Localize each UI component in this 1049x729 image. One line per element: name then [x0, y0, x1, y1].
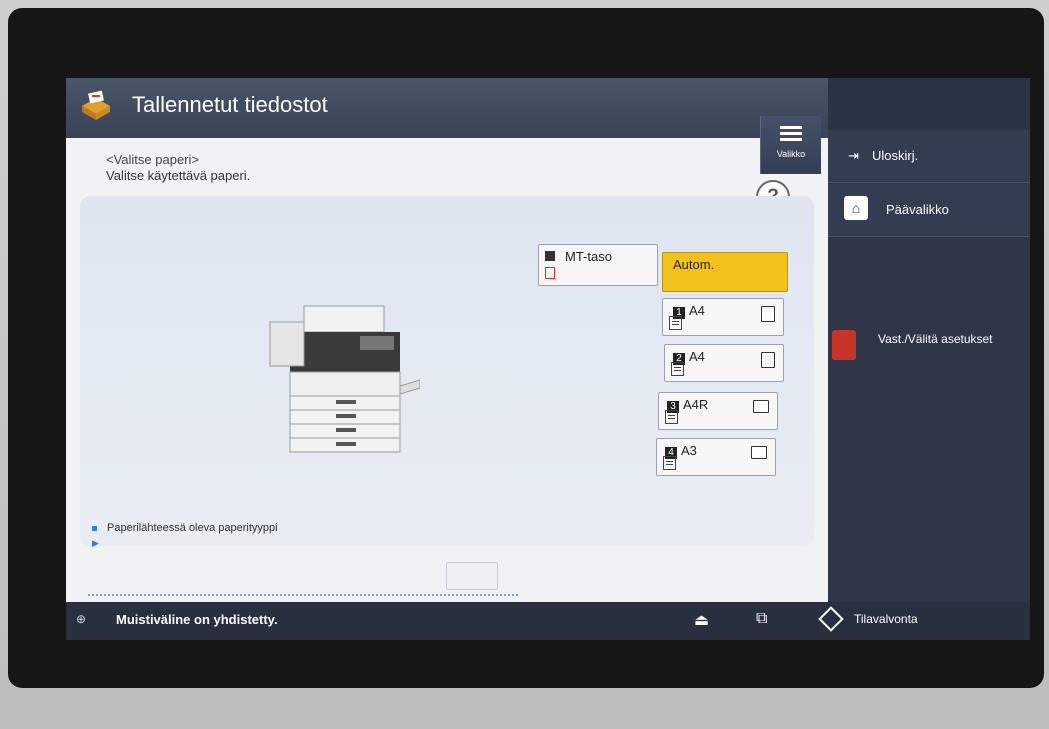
paper-stack-icon [671, 362, 684, 376]
page-title: Tallennetut tiedostot [132, 92, 328, 117]
book-icon [832, 330, 856, 360]
logout-label: Uloskirj. [872, 148, 919, 163]
home-button[interactable]: ⌂ Päävalikko [828, 184, 1030, 237]
settings-button[interactable]: Vast./Välitä asetukset [828, 316, 1030, 376]
tray-auto-label: Autom. [673, 257, 715, 272]
tray-3-button[interactable]: 3 A4R [658, 392, 778, 430]
tray-mt-button[interactable]: MT-taso [538, 244, 658, 286]
paper-select-area: MT-taso Autom. 1 A4 2 A4 3 A4R 4 A3 [80, 196, 814, 546]
scroll-indicator [88, 594, 518, 596]
printer-illustration [269, 305, 420, 453]
eject-icon[interactable]: ⏏ [694, 610, 709, 630]
paper-stack-icon [665, 410, 678, 424]
home-label: Päävalikko [886, 202, 949, 217]
status-monitor-button[interactable]: Tilavalvonta [854, 612, 918, 626]
tray-1-size: A4 [689, 303, 705, 318]
menu-icon [780, 126, 802, 141]
tray-4-button[interactable]: 4 A3 [656, 438, 776, 476]
settings-label: Vast./Välitä asetukset [878, 332, 993, 346]
app-header: Tallennetut tiedostot [66, 78, 828, 138]
logout-button[interactable]: ⇥ Uloskirj. [828, 130, 1030, 183]
landscape-paper-icon [751, 446, 767, 459]
portrait-paper-icon [761, 352, 775, 368]
paper-stack-icon [663, 456, 676, 470]
landscape-paper-icon [753, 400, 769, 413]
content-panel: <Valitse paperi> Valitse käytettävä pape… [66, 138, 828, 640]
tray-mt-label: MT-taso [565, 249, 612, 264]
tray-auto-button[interactable]: Autom. [662, 252, 788, 292]
touch-screen: Tallennetut tiedostot <Valitse paperi> V… [66, 78, 1030, 640]
paper-info-button[interactable] [446, 562, 498, 590]
legend-text: Paperilähteessä oleva paperityyppi [107, 522, 278, 534]
tray-2-size: A4 [689, 349, 705, 364]
portrait-paper-icon [761, 306, 775, 322]
home-icon: ⌂ [844, 196, 868, 220]
paper-stack-icon [669, 316, 682, 330]
lock-icon: ⊕ [76, 612, 87, 626]
legend-arrow-icon: ▶ [92, 538, 99, 548]
mt-tray-icon [545, 251, 555, 261]
status-monitor-icon [818, 606, 844, 632]
tray-1-button[interactable]: 1 A4 [662, 298, 784, 336]
screen-subtitle: <Valitse paperi> [106, 152, 199, 167]
status-bar: ⊕ Muistiväline on yhdistetty. ⏏ ⧉ Tilava… [66, 602, 1030, 640]
menu-label: Valikko [776, 149, 806, 159]
network-icon[interactable]: ⧉ [756, 610, 767, 628]
menu-button[interactable]: Valikko [760, 116, 821, 174]
logout-icon: ⇥ [848, 148, 859, 163]
tray-3-size: A4R [683, 397, 709, 412]
instruction-text: Valitse käytettävä paperi. [106, 168, 251, 183]
legend-marker [92, 525, 97, 531]
status-message: Muistiväline on yhdistetty. [116, 612, 278, 627]
stored-files-icon [82, 90, 110, 120]
paper-stack-icon [545, 267, 555, 279]
paper-type-legend: Paperilähteessä oleva paperityyppi [92, 522, 278, 534]
tray-4-size: A3 [681, 443, 697, 458]
tray-2-button[interactable]: 2 A4 [664, 344, 784, 382]
right-panel: ⇥ Uloskirj. ⌂ Päävalikko Vast./Välitä as… [828, 130, 1030, 602]
